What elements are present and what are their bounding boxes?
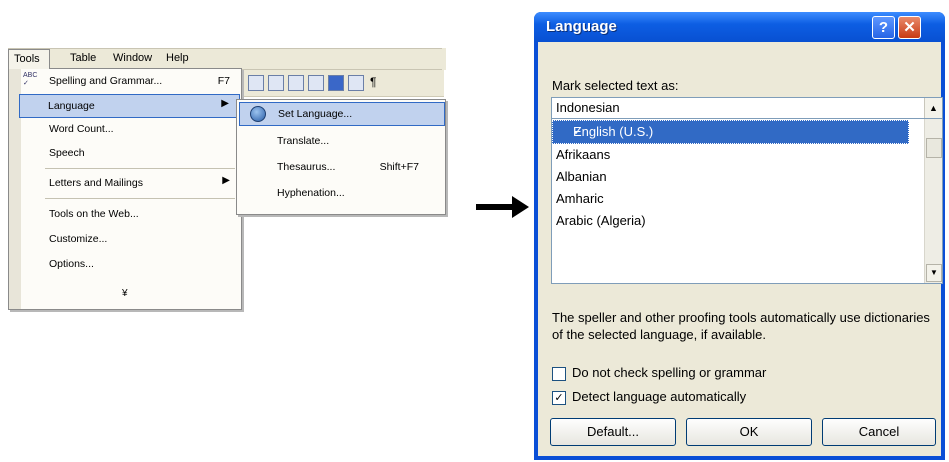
list-item-label: English (U.S.) [573, 124, 654, 139]
language-submenu: Set Language... Translate... Thesaurus..… [236, 99, 446, 215]
dialog-titlebar[interactable]: Language ? ✕ [534, 12, 945, 42]
globe-icon [250, 106, 266, 122]
menu-item-letters-mailings[interactable]: Letters and Mailings ▶ [21, 172, 240, 194]
excel-table-icon[interactable] [288, 75, 304, 91]
checkmark-icon: ✓ [554, 392, 564, 404]
dialog-title: Language [546, 18, 617, 35]
list-item[interactable]: Albanian [552, 166, 924, 188]
document-map-icon[interactable] [328, 75, 344, 91]
menu-table[interactable]: Table [70, 52, 96, 64]
menu-item-set-language[interactable]: Set Language... [239, 102, 445, 126]
menu-item-label: Letters and Mailings [49, 177, 143, 189]
menu-item-language[interactable]: Language ▶ [19, 94, 240, 118]
menu-tools[interactable]: Tools [8, 49, 50, 69]
right-arrow-icon [476, 204, 514, 210]
description-text: The speller and other proofing tools aut… [552, 310, 930, 342]
list-scrollbar[interactable]: ▼ [924, 119, 942, 283]
menu-separator [45, 168, 235, 169]
reading-icon[interactable] [348, 75, 364, 91]
list-item-label: Arabic (Algeria) [556, 213, 646, 228]
drawing-icon[interactable] [308, 75, 324, 91]
menu-item-thesaurus[interactable]: Thesaurus... Shift+F7 [239, 156, 443, 178]
menu-item-hyphenation[interactable]: Hyphenation... [239, 182, 443, 204]
shortcut-text: Shift+F7 [379, 161, 419, 173]
menu-item-label: Translate... [277, 135, 330, 147]
menu-item-word-count[interactable]: Word Count... [21, 118, 240, 140]
combo-value: Indonesian [556, 100, 620, 115]
standard-toolbar: ¶ [240, 70, 444, 97]
menu-item-label: Thesaurus... [277, 161, 336, 173]
show-formatting-icon[interactable]: ¶ [370, 75, 376, 89]
close-button[interactable]: ✕ [898, 16, 921, 39]
menu-item-options[interactable]: Options... [21, 253, 240, 275]
insert-table-icon[interactable] [248, 75, 264, 91]
menubar-edge [442, 48, 446, 70]
dialog-body: Mark selected text as: Indonesian ▲ ✓ En… [538, 42, 943, 456]
shortcut-text: F7 [217, 75, 230, 87]
menu-item-label: Spelling and Grammar... [49, 75, 163, 87]
scroll-up-icon[interactable]: ▲ [924, 98, 942, 118]
submenu-arrow-icon: ▶ [221, 98, 229, 109]
scroll-down-icon[interactable]: ▼ [926, 264, 942, 282]
menu-help[interactable]: Help [166, 52, 189, 64]
menu-item-speech[interactable]: Speech [21, 142, 240, 164]
default-button[interactable]: Default... [550, 418, 676, 446]
menu-bar: Table Window Help [8, 48, 442, 70]
scrollbar-thumb[interactable] [926, 138, 942, 158]
list-item-label: Albanian [556, 169, 607, 184]
menu-item-label: Options... [49, 258, 94, 270]
menu-item-label: Set Language... [278, 108, 353, 120]
menu-item-label: Hyphenation... [277, 187, 345, 199]
menu-tools-label: Tools [14, 53, 40, 65]
language-listbox[interactable]: ✓ English (U.S.) Afrikaans Albanian Amha… [551, 118, 943, 284]
no-check-checkbox[interactable] [552, 367, 566, 381]
spelling-abc-icon: ABC ✓ [23, 72, 38, 87]
menu-separator [45, 198, 235, 199]
menu-item-label: Word Count... [49, 123, 114, 135]
menu-item-translate[interactable]: Translate... [239, 130, 443, 152]
mark-selected-label: Mark selected text as: [552, 78, 679, 93]
ok-button[interactable]: OK [686, 418, 812, 446]
list-item[interactable]: Arabic (Algeria) [552, 210, 924, 232]
menu-item-spelling-grammar[interactable]: ABC ✓ Spelling and Grammar... F7 [21, 70, 240, 92]
list-item[interactable]: Amharic [552, 188, 924, 210]
list-item-label: Amharic [556, 191, 604, 206]
columns-icon[interactable] [268, 75, 284, 91]
menu-item-label: Customize... [49, 233, 108, 245]
menu-item-label: Tools on the Web... [49, 208, 139, 220]
menu-item-tools-on-web[interactable]: Tools on the Web... [21, 203, 240, 225]
detect-language-label[interactable]: Detect language automatically [572, 389, 746, 404]
list-item-selected[interactable]: ✓ English (U.S.) [552, 120, 909, 144]
help-button[interactable]: ? [872, 16, 895, 39]
menu-window[interactable]: Window [113, 52, 152, 64]
cancel-button[interactable]: Cancel [822, 418, 936, 446]
submenu-arrow-icon: ▶ [222, 175, 230, 186]
menu-item-customize[interactable]: Customize... [21, 228, 240, 250]
menu-item-label: Speech [49, 147, 85, 159]
list-item-label: Afrikaans [556, 147, 611, 162]
language-dialog: Language ? ✕ Mark selected text as: Indo… [534, 12, 945, 460]
menu-item-label: Language [48, 100, 95, 112]
right-arrow-head-icon [512, 196, 529, 218]
no-check-label[interactable]: Do not check spelling or grammar [572, 365, 766, 380]
language-combo[interactable]: Indonesian ▲ [551, 97, 943, 119]
tools-menu: ABC ✓ Spelling and Grammar... F7 Language… [8, 68, 242, 310]
list-item[interactable]: Afrikaans [552, 144, 924, 166]
expand-menu-icon[interactable]: ¥ [122, 288, 128, 299]
detect-language-checkbox[interactable]: ✓ [552, 391, 566, 405]
